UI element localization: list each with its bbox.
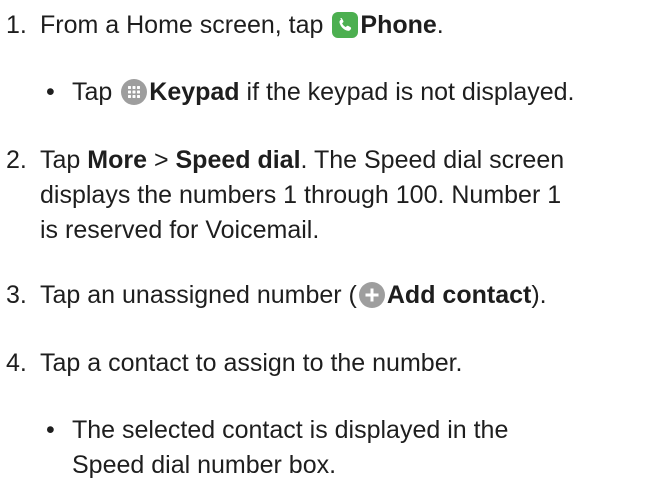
step-number: 1. — [6, 11, 27, 39]
step-text: Tap More > Speed dial. The Speed dial sc… — [40, 146, 565, 244]
instructions: 1. From a Home screen, tap Phone. • Tap … — [0, 0, 666, 479]
step-text: Tap an unassigned number (Add contact). — [40, 281, 547, 309]
phone-label: Phone — [360, 11, 437, 39]
phone-icon — [332, 12, 359, 38]
keypad-icon — [121, 79, 148, 105]
sub-text: The selected contact is displayed in the… — [72, 416, 509, 479]
step-number: 2. — [6, 146, 27, 174]
more-label: More — [87, 146, 147, 174]
keypad-label: Keypad — [149, 78, 240, 106]
sub-text: Tap Keypad if the keypad is not displaye… — [72, 78, 575, 106]
step-text: From a Home screen, tap Phone. — [40, 11, 444, 39]
add-icon — [358, 282, 385, 308]
step-number: 3. — [6, 281, 27, 309]
bullet: • — [46, 78, 55, 106]
add-contact-label: Add contact — [386, 281, 532, 309]
step-text: Tap a contact to assign to the number. — [40, 349, 463, 377]
step-number: 4. — [6, 349, 27, 377]
speed-dial-label: Speed dial — [175, 146, 301, 174]
bullet: • — [46, 416, 55, 444]
